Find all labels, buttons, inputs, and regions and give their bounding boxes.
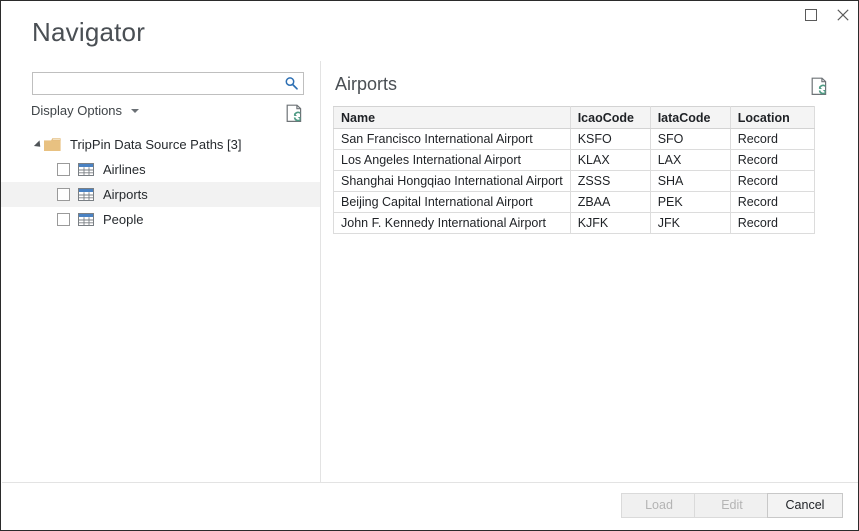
display-options-label: Display Options [31, 103, 123, 118]
cell-location: Record [729, 170, 815, 192]
close-icon [837, 9, 849, 21]
chevron-down-icon [131, 108, 140, 113]
search-box[interactable] [32, 72, 304, 95]
cell-icaocode: ZBAA [569, 191, 651, 213]
column-header-icaocode[interactable]: IcaoCode [569, 106, 651, 129]
cell-icaocode: KLAX [569, 149, 651, 171]
search-input[interactable] [33, 73, 281, 94]
preview-pane: Airports Name IcaoCode IataCode Location… [321, 61, 858, 482]
cell-location: Record [729, 212, 815, 234]
refresh-document-icon [811, 77, 827, 95]
tree-item-airlines[interactable]: Airlines [1, 157, 320, 182]
page-title: Navigator [32, 17, 146, 47]
navigator-dialog: Navigator Display Options TripPin Data S… [0, 0, 859, 531]
cell-icaocode: KJFK [569, 212, 651, 234]
chevron-expanded-icon[interactable] [33, 140, 44, 150]
cell-location: Record [729, 149, 815, 171]
cell-iatacode: LAX [649, 149, 731, 171]
cell-icaocode: ZSSS [569, 170, 651, 192]
left-pane: Display Options TripPin Data Source Path… [1, 61, 320, 482]
column-header-location[interactable]: Location [729, 106, 815, 129]
tree-item-label: Airlines [103, 162, 146, 177]
table-row: San Francisco International Airport KSFO… [333, 128, 815, 150]
edit-button[interactable]: Edit [694, 493, 770, 518]
load-button[interactable]: Load [621, 493, 697, 518]
maximize-button[interactable] [796, 1, 826, 29]
table-row: Shanghai Hongqiao International Airport … [333, 170, 815, 192]
cell-iatacode: JFK [649, 212, 731, 234]
folder-icon [44, 137, 61, 151]
tree-item-people[interactable]: People [1, 207, 320, 232]
cell-iatacode: PEK [649, 191, 731, 213]
cell-iatacode: SHA [649, 170, 731, 192]
tree-item-label: Airports [103, 187, 148, 202]
cell-name: San Francisco International Airport [333, 128, 571, 150]
cell-name: Beijing Capital International Airport [333, 191, 571, 213]
checkbox-people[interactable] [57, 213, 70, 226]
maximize-icon [805, 9, 817, 21]
tree-item-label: People [103, 212, 144, 227]
cell-iatacode: SFO [649, 128, 731, 150]
magnifier-glyph [285, 77, 298, 90]
table-row: Beijing Capital International Airport ZB… [333, 191, 815, 213]
table-icon [78, 163, 94, 176]
close-button[interactable] [828, 1, 858, 29]
tree-root-label: TripPin Data Source Paths [3] [70, 137, 242, 152]
dialog-footer: Load Edit Cancel [2, 483, 858, 530]
cancel-button[interactable]: Cancel [767, 493, 843, 518]
preview-title: Airports [335, 74, 398, 94]
cell-location: Record [729, 128, 815, 150]
refresh-document-icon [286, 104, 302, 122]
cell-icaocode: KSFO [569, 128, 651, 150]
cell-name: John F. Kennedy International Airport [333, 212, 571, 234]
table-icon [78, 213, 94, 226]
tree-item-airports[interactable]: Airports [1, 182, 320, 207]
table-row: Los Angeles International Airport KLAX L… [333, 149, 815, 171]
table-icon [78, 188, 94, 201]
display-options-dropdown[interactable]: Display Options [31, 103, 140, 118]
tree-root-node[interactable]: TripPin Data Source Paths [3] [1, 132, 320, 157]
checkbox-airlines[interactable] [57, 163, 70, 176]
cell-location: Record [729, 191, 815, 213]
table-header-row: Name IcaoCode IataCode Location [333, 106, 815, 129]
refresh-preview-button-left[interactable] [286, 104, 304, 123]
column-header-iatacode[interactable]: IataCode [649, 106, 731, 129]
search-icon[interactable] [282, 75, 300, 92]
preview-table: Name IcaoCode IataCode Location San Fran… [333, 106, 815, 234]
source-tree: TripPin Data Source Paths [3] Airlines A… [1, 132, 320, 232]
cell-name: Los Angeles International Airport [333, 149, 571, 171]
cell-name: Shanghai Hongqiao International Airport [333, 170, 571, 192]
refresh-preview-button-right[interactable] [811, 77, 829, 96]
column-header-name[interactable]: Name [333, 106, 571, 129]
table-row: John F. Kennedy International Airport KJ… [333, 212, 815, 234]
checkbox-airports[interactable] [57, 188, 70, 201]
